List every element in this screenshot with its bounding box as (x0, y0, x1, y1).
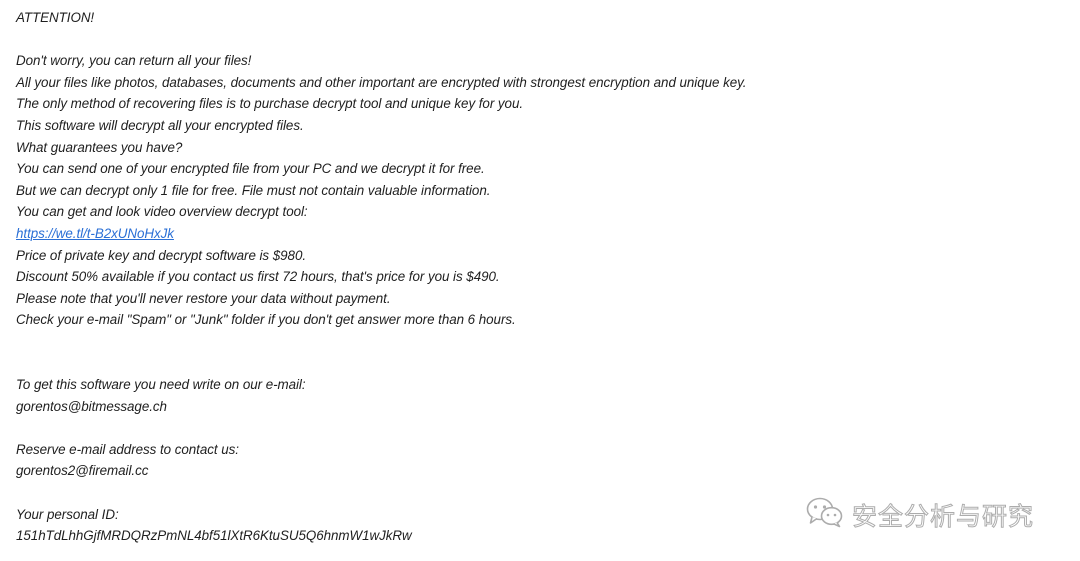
note-line: What guarantees you have? (16, 139, 183, 155)
note-line: Don't worry, you can return all your fil… (16, 53, 252, 69)
note-line: All your files like photos, databases, d… (16, 74, 747, 90)
note-line: Please note that you'll never restore yo… (16, 290, 391, 306)
note-line: But we can decrypt only 1 file for free.… (16, 182, 491, 198)
wechat-icon (806, 496, 844, 533)
note-line: gorentos2@firemail.cc (16, 463, 149, 479)
note-line: To get this software you need write on o… (16, 377, 306, 393)
watermark-text: 安全分析与研究 (851, 501, 1035, 531)
watermark: 安全分析与研究 (806, 496, 1034, 533)
video-link[interactable]: https://we.tl/t-B2xUNoHxJk (16, 223, 1016, 245)
note-line: The only method of recovering files is t… (16, 96, 524, 112)
note-line: You can get and look video overview decr… (16, 204, 308, 220)
note-line: Price of private key and decrypt softwar… (16, 247, 307, 263)
note-line: This software will decrypt all your encr… (16, 117, 304, 133)
note-line: You can send one of your encrypted file … (16, 161, 485, 177)
ransom-note: ATTENTION! Don't worry, you can return al… (16, 7, 1016, 547)
note-line: Reserve e-mail address to contact us: (16, 441, 239, 457)
note-line: gorentos@bitmessage.ch (16, 398, 167, 414)
note-line: ATTENTION! (16, 10, 95, 25)
note-line: Check your e-mail "Spam" or "Junk" folde… (16, 312, 516, 328)
note-line: Discount 50% available if you contact us… (16, 269, 500, 285)
